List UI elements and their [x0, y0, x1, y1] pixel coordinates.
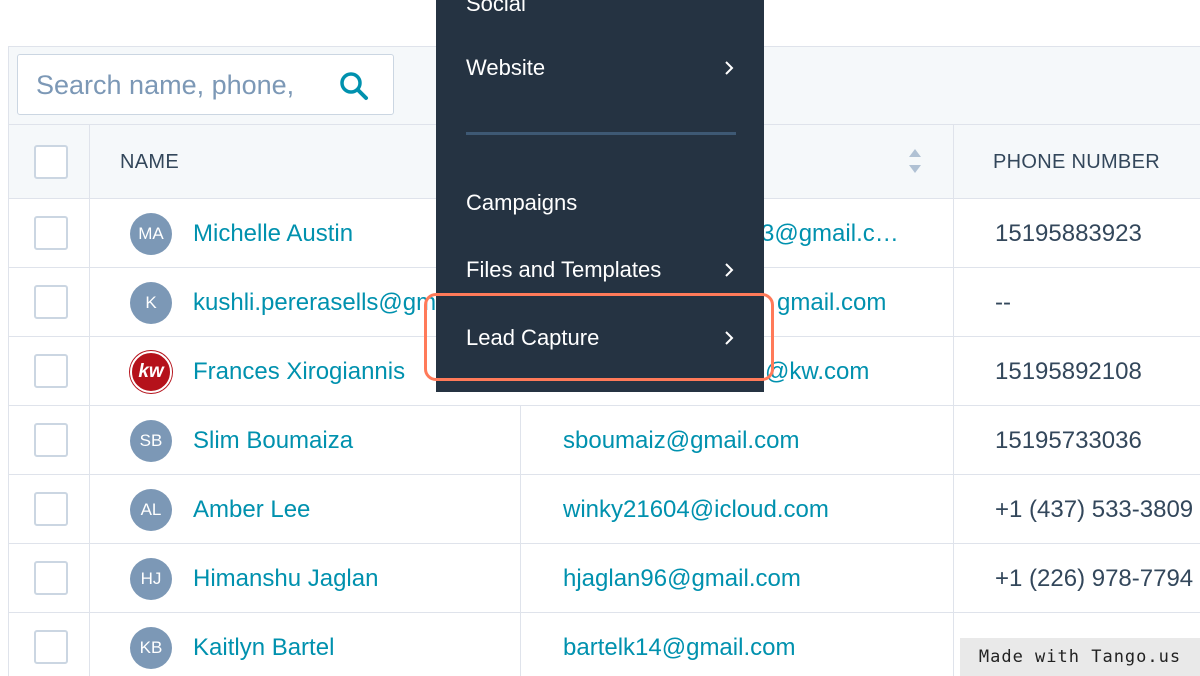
- row-checkbox[interactable]: [34, 354, 68, 388]
- contact-phone: 15195733036: [995, 427, 1142, 454]
- menu-item-label: Files and Templates: [466, 257, 662, 282]
- column-divider: [953, 475, 954, 544]
- menu-divider: [466, 132, 736, 135]
- contact-name-link[interactable]: Michelle Austin: [193, 220, 353, 248]
- search-input[interactable]: [36, 67, 321, 103]
- search-icon[interactable]: [338, 70, 370, 102]
- chevron-right-icon: [725, 263, 734, 277]
- table-row[interactable]: HJ Himanshu Jaglan hjaglan96@gmail.com +…: [9, 544, 1200, 613]
- column-divider: [89, 125, 90, 199]
- menu-item-label: Campaigns: [466, 190, 578, 215]
- contact-email-link[interactable]: winky21604@icloud.com: [563, 496, 829, 524]
- column-divider: [520, 544, 521, 613]
- contact-phone: +1 (226) 978-7794: [995, 565, 1194, 592]
- contact-email-link[interactable]: hjaglan96@gmail.com: [563, 565, 801, 593]
- chevron-right-icon: [725, 61, 734, 75]
- contact-name-link[interactable]: Kaitlyn Bartel: [193, 634, 334, 662]
- contact-phone: 15195892108: [995, 358, 1142, 385]
- contact-phone: +1 (437) 533-3809: [995, 496, 1194, 523]
- contact-email-link[interactable]: bartelk14@gmail.com: [563, 634, 795, 662]
- column-divider: [953, 337, 954, 406]
- contact-name-link[interactable]: Frances Xirogiannis: [193, 358, 405, 386]
- row-checkbox[interactable]: [34, 285, 68, 319]
- contact-name-link[interactable]: Slim Boumaiza: [193, 427, 353, 455]
- contact-email-link[interactable]: sboumaiz@gmail.com: [563, 427, 799, 455]
- contact-phone: 15195883923: [995, 220, 1142, 247]
- menu-item-files-and-templates[interactable]: Files and Templates: [466, 250, 736, 290]
- column-divider: [520, 406, 521, 475]
- avatar: HJ: [130, 558, 172, 600]
- column-divider: [89, 268, 90, 337]
- contact-email-link[interactable]: @kw.com: [765, 358, 869, 386]
- row-checkbox[interactable]: [34, 492, 68, 526]
- menu-item-campaigns[interactable]: Campaigns: [466, 183, 736, 223]
- avatar: MA: [130, 213, 172, 255]
- avatar: AL: [130, 489, 172, 531]
- column-divider: [953, 199, 954, 268]
- select-all-checkbox[interactable]: [34, 145, 68, 179]
- avatar: kw: [130, 351, 172, 393]
- menu-item-social[interactable]: Social: [466, 0, 736, 24]
- row-checkbox[interactable]: [34, 216, 68, 250]
- highlight-box: [424, 293, 774, 381]
- menu-item-label: Website: [466, 55, 546, 80]
- column-header-name[interactable]: NAME: [120, 151, 179, 174]
- contact-name-link[interactable]: Himanshu Jaglan: [193, 565, 378, 593]
- column-divider: [89, 613, 90, 676]
- avatar: SB: [130, 420, 172, 462]
- contact-phone: --: [995, 289, 1011, 316]
- column-divider: [89, 337, 90, 406]
- column-divider: [89, 475, 90, 544]
- contact-email-link[interactable]: 3@gmail.c…: [761, 220, 899, 248]
- row-checkbox[interactable]: [34, 423, 68, 457]
- avatar: K: [130, 282, 172, 324]
- contact-email-link[interactable]: gmail.com: [777, 289, 886, 317]
- sort-icon[interactable]: [907, 147, 923, 175]
- menu-item-website[interactable]: Website: [466, 48, 736, 88]
- column-divider: [89, 544, 90, 613]
- menu-item-label: Social: [466, 0, 526, 16]
- table-row[interactable]: AL Amber Lee winky21604@icloud.com +1 (4…: [9, 475, 1200, 544]
- contact-name-link[interactable]: kushli.pererasells@gm: [193, 289, 436, 317]
- watermark: Made with Tango.us: [960, 638, 1200, 676]
- column-header-phone[interactable]: PHONE NUMBER: [993, 151, 1160, 174]
- column-divider: [953, 544, 954, 613]
- column-divider: [953, 406, 954, 475]
- column-divider: [953, 613, 954, 676]
- column-divider: [89, 406, 90, 475]
- search-box[interactable]: [17, 54, 394, 115]
- column-divider: [520, 613, 521, 676]
- avatar: KB: [130, 627, 172, 669]
- contact-name-link[interactable]: Amber Lee: [193, 496, 310, 524]
- table-row[interactable]: SB Slim Boumaiza sboumaiz@gmail.com 1519…: [9, 406, 1200, 475]
- column-divider: [89, 199, 90, 268]
- column-divider: [953, 268, 954, 337]
- row-checkbox[interactable]: [34, 630, 68, 664]
- row-checkbox[interactable]: [34, 561, 68, 595]
- column-divider: [520, 475, 521, 544]
- column-divider: [953, 125, 954, 199]
